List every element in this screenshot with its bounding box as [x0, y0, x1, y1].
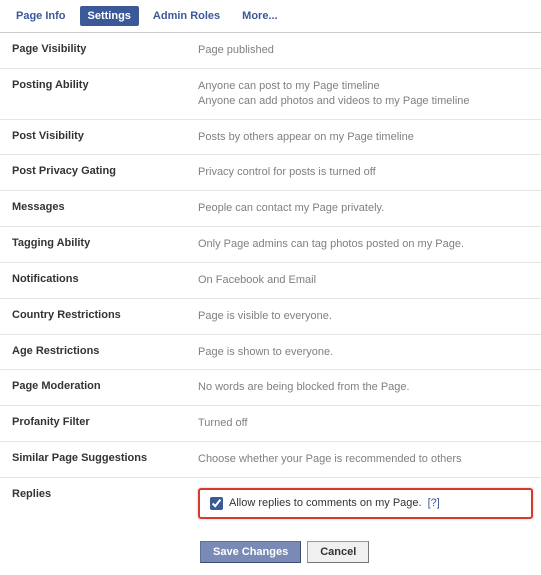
tab-more[interactable]: More... [234, 6, 285, 26]
row-value-line: Anyone can add photos and videos to my P… [198, 94, 533, 109]
row-label: Messages [12, 201, 198, 216]
save-button[interactable]: Save Changes [200, 541, 301, 563]
row-value: People can contact my Page privately. [198, 201, 533, 216]
help-link[interactable]: [?] [428, 497, 440, 509]
row-value: Page is visible to everyone. [198, 309, 533, 324]
replies-checkbox[interactable] [210, 497, 223, 510]
row-label: Page Moderation [12, 380, 198, 395]
tab-page-info[interactable]: Page Info [8, 6, 74, 26]
row-label: Country Restrictions [12, 309, 198, 324]
row-value: Page is shown to everyone. [198, 345, 533, 360]
replies-checkbox-label: Allow replies to comments on my Page. [229, 497, 422, 509]
row-value: Choose whether your Page is recommended … [198, 452, 533, 467]
replies-highlight-box: Allow replies to comments on my Page. [?… [198, 488, 533, 519]
tabs-bar: Page Info Settings Admin Roles More... [0, 0, 541, 33]
row-page-moderation[interactable]: Page Moderation No words are being block… [0, 370, 541, 406]
row-value: Posts by others appear on my Page timeli… [198, 130, 533, 145]
row-value: Page published [198, 43, 533, 58]
row-label: Posting Ability [12, 79, 198, 109]
row-label: Similar Page Suggestions [12, 452, 198, 467]
row-label: Tagging Ability [12, 237, 198, 252]
row-post-visibility[interactable]: Post Visibility Posts by others appear o… [0, 120, 541, 156]
row-label: Notifications [12, 273, 198, 288]
row-label: Age Restrictions [12, 345, 198, 360]
row-tagging-ability[interactable]: Tagging Ability Only Page admins can tag… [0, 227, 541, 263]
row-notifications[interactable]: Notifications On Facebook and Email [0, 263, 541, 299]
row-value: On Facebook and Email [198, 273, 533, 288]
row-value: Privacy control for posts is turned off [198, 165, 533, 180]
row-value: Only Page admins can tag photos posted o… [198, 237, 533, 252]
row-profanity-filter[interactable]: Profanity Filter Turned off [0, 406, 541, 442]
row-value-line: Anyone can post to my Page timeline [198, 79, 533, 94]
row-similar-page-suggestions[interactable]: Similar Page Suggestions Choose whether … [0, 442, 541, 478]
row-replies: Replies Allow replies to comments on my … [0, 478, 541, 529]
row-page-visibility[interactable]: Page Visibility Page published [0, 33, 541, 69]
tab-settings[interactable]: Settings [80, 6, 139, 26]
cancel-button[interactable]: Cancel [307, 541, 369, 563]
row-age-restrictions[interactable]: Age Restrictions Page is shown to everyo… [0, 335, 541, 371]
row-label: Post Visibility [12, 130, 198, 145]
buttons-row: Save Changes Cancel [0, 529, 541, 575]
row-country-restrictions[interactable]: Country Restrictions Page is visible to … [0, 299, 541, 335]
row-label: Profanity Filter [12, 416, 198, 431]
row-value: Turned off [198, 416, 533, 431]
row-value: No words are being blocked from the Page… [198, 380, 533, 395]
tab-admin-roles[interactable]: Admin Roles [145, 6, 228, 26]
row-messages[interactable]: Messages People can contact my Page priv… [0, 191, 541, 227]
row-label: Post Privacy Gating [12, 165, 198, 180]
row-label: Replies [12, 488, 198, 500]
row-label: Page Visibility [12, 43, 198, 58]
settings-rows: Page Visibility Page published Posting A… [0, 33, 541, 529]
row-post-privacy-gating[interactable]: Post Privacy Gating Privacy control for … [0, 155, 541, 191]
row-posting-ability[interactable]: Posting Ability Anyone can post to my Pa… [0, 69, 541, 120]
row-value: Anyone can post to my Page timeline Anyo… [198, 79, 533, 109]
